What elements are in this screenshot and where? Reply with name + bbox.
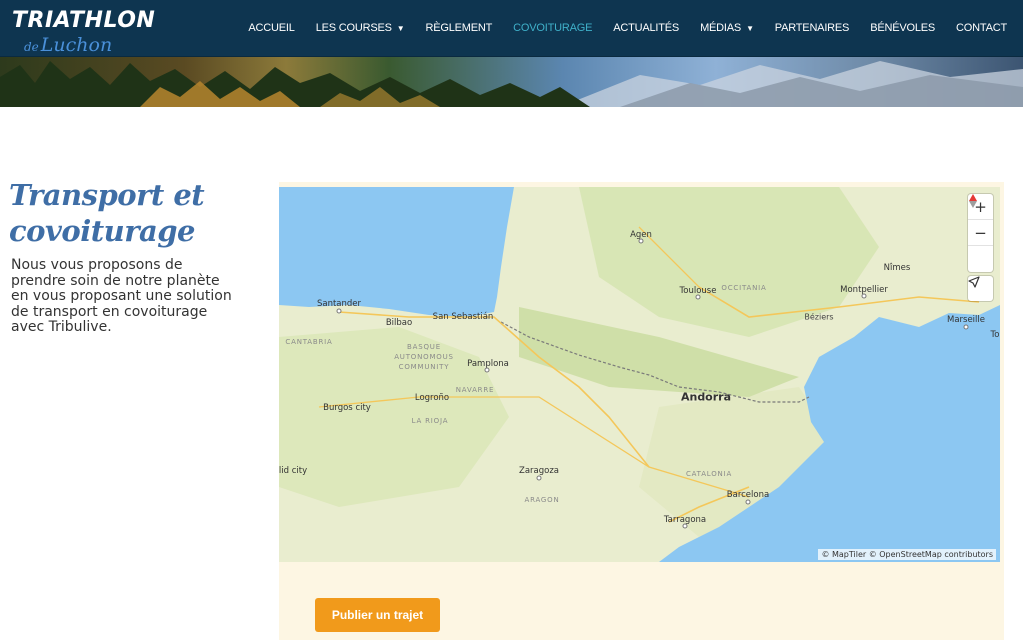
mountain-forest-illustration	[0, 61, 1023, 107]
nav-item-actualites[interactable]: ACTUALITÉS	[613, 22, 679, 34]
city-marker	[963, 324, 969, 330]
nav-item-benevoles[interactable]: BÉNÉVOLES	[870, 22, 935, 34]
city-marker	[638, 238, 644, 244]
intro-paragraph: Nous vous proposons de prendre soin de n…	[11, 257, 232, 335]
city-marker	[336, 308, 342, 314]
map-label-community: COMMUNITY	[398, 363, 450, 371]
city-marker	[682, 523, 688, 529]
main-nav: ACCUEIL LES COURSES ▼ RÈGLEMENT COVOITURA…	[227, 0, 1007, 56]
map-label-autonomous: AUTONOMOUS	[394, 353, 454, 361]
city-marker	[484, 367, 490, 373]
site-header: TRIATHLON de Luchon ACCUEIL LES COURSES ▼ …	[0, 0, 1023, 57]
page-title: Transport et covoiturage	[9, 178, 205, 248]
map-label-aragon: ARAGON	[524, 496, 560, 504]
map-zoom-controls: + −	[968, 194, 993, 272]
city-marker	[695, 294, 701, 300]
map-label-santander: Santander	[316, 299, 362, 309]
map-label-madrid: lid city	[279, 466, 308, 476]
zoom-out-button[interactable]: −	[968, 220, 993, 246]
map-label-catalonia: CATALONIA	[685, 470, 733, 478]
header-banner-image	[0, 57, 1023, 107]
map-label-logrono: Logroño	[414, 393, 450, 403]
map-label-navarre: NAVARRE	[455, 386, 495, 394]
logo-wordmark: TRIATHLON	[12, 8, 156, 33]
map-label-nimes: Nîmes	[883, 263, 911, 273]
publish-trip-button[interactable]: Publier un trajet	[315, 598, 440, 632]
locate-arrow-icon[interactable]	[968, 276, 993, 301]
map-label-cantabria: CANTABRIA	[285, 338, 333, 346]
map-label-occitania: OCCITANIA	[721, 284, 767, 292]
map-label-andorra: Andorra	[680, 390, 732, 404]
map-label-to: To	[990, 330, 1000, 340]
map-label-burgos: Burgos city	[323, 403, 371, 413]
map-attribution[interactable]: © MapTiler © OpenStreetMap contributors	[818, 549, 996, 560]
map-label-barcelona: Barcelona	[726, 490, 770, 500]
map-label-la-rioja: LA RIOJA	[411, 417, 449, 425]
map-label-basque: BASQUE	[407, 343, 441, 351]
logo-subtitle: de Luchon	[24, 34, 113, 56]
chevron-down-icon: ▼	[396, 23, 405, 33]
nav-item-covoiturage[interactable]: COVOITURAGE	[513, 22, 592, 34]
map-label-san-sebastian: San Sebastián	[432, 312, 494, 322]
nav-item-medias[interactable]: MÉDIAS ▼	[700, 22, 754, 34]
compass-icon[interactable]	[968, 194, 993, 272]
city-marker	[861, 293, 867, 299]
map-label-bilbao: Bilbao	[385, 318, 413, 328]
nav-item-reglement[interactable]: RÈGLEMENT	[425, 22, 492, 34]
map-label-marseille: Marseille	[946, 315, 986, 325]
nav-item-les-courses[interactable]: LES COURSES ▼	[316, 22, 405, 34]
chevron-down-icon: ▼	[746, 23, 754, 33]
city-marker	[536, 475, 542, 481]
map-label-zaragoza: Zaragoza	[518, 466, 560, 476]
map-label-beziers: Béziers	[804, 312, 834, 322]
nav-item-accueil[interactable]: ACCUEIL	[248, 22, 294, 34]
city-marker	[745, 499, 751, 505]
nav-item-partenaires[interactable]: PARTENAIRES	[775, 22, 850, 34]
carpool-map[interactable]: Agen Toulouse OCCITANIA Nîmes Montpellie…	[279, 187, 1000, 562]
site-logo[interactable]: TRIATHLON de Luchon	[12, 6, 172, 56]
nav-item-contact[interactable]: CONTACT	[956, 22, 1007, 34]
